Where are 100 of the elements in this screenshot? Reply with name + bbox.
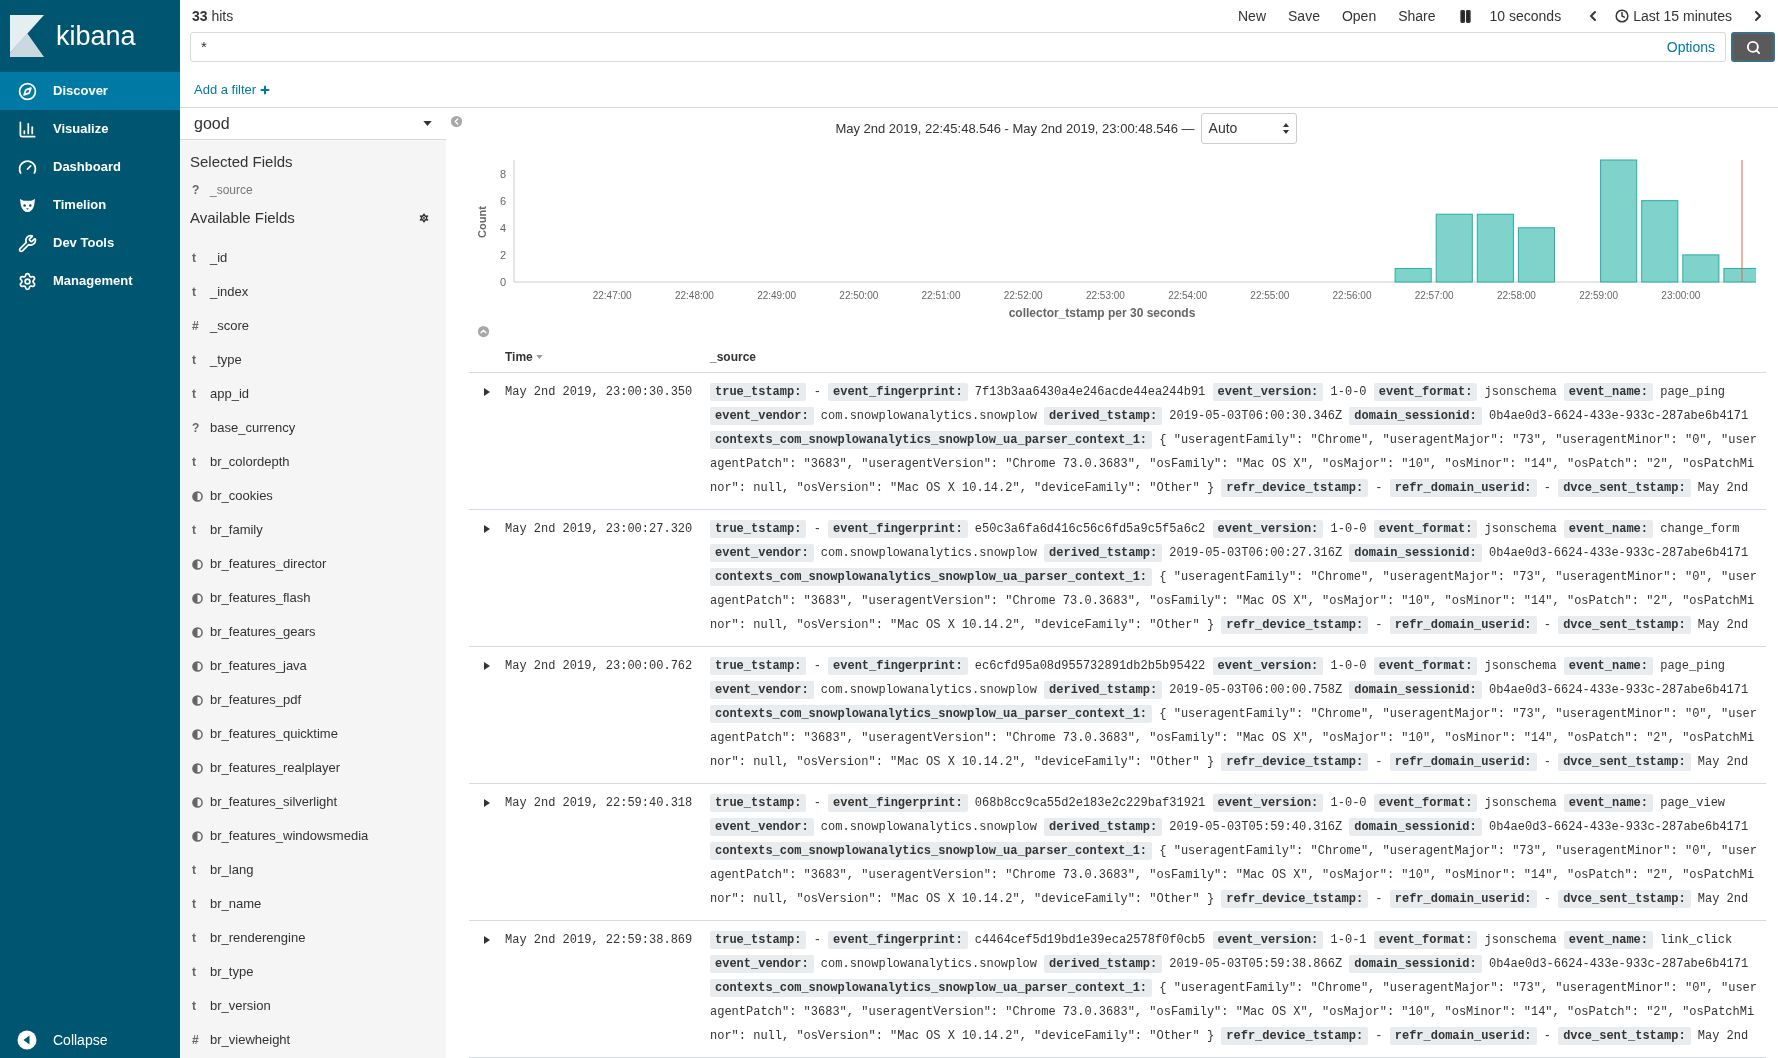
histogram-bar[interactable] (1517, 226, 1555, 283)
field-type-symbol: t (192, 386, 197, 403)
x-tick-label: 22:55:00 (1250, 289, 1290, 301)
field-list-item[interactable]: ? base_currency (180, 411, 446, 445)
gauge-icon (18, 157, 37, 177)
field-list-item[interactable]: br_features_realplayer (180, 751, 446, 785)
field-list-item[interactable]: t _type (180, 343, 446, 377)
caret-down-icon (423, 121, 432, 126)
field-list-item[interactable]: # br_viewheight (180, 1023, 446, 1057)
field-type-symbol: t (192, 896, 197, 913)
field-list-item[interactable]: br_features_gears (180, 615, 446, 649)
timestamp-text: May 2nd 2019, 23:00:00.762 (505, 659, 693, 673)
menu-link[interactable]: New (1227, 5, 1277, 27)
nav-item[interactable]: Management (0, 262, 180, 300)
field-type-symbol: ? (192, 420, 201, 437)
collapse-icon (17, 1030, 37, 1050)
histogram-bar[interactable] (1723, 267, 1756, 283)
histogram-bar[interactable] (1641, 199, 1679, 283)
histogram-bar[interactable] (1682, 253, 1720, 283)
field-type-symbol: t (192, 454, 197, 471)
field-list-item[interactable]: t br_name (180, 887, 446, 921)
x-tick-label: 22:58:00 (1496, 289, 1536, 301)
field-list-item[interactable]: t br_colordepth (180, 445, 446, 479)
half-circle-icon (192, 830, 203, 842)
collapse-sidebar-icon[interactable] (449, 114, 464, 129)
field-list-item[interactable]: ? _source (180, 172, 446, 208)
field-type-symbol: t (192, 998, 197, 1015)
settings-icon[interactable] (418, 212, 430, 224)
clock-icon (1615, 9, 1630, 23)
half-circle-icon (192, 796, 203, 808)
collapse-chart-icon[interactable] (476, 323, 491, 339)
time-range-link[interactable]: Last 15 minutes (1633, 5, 1732, 27)
x-tick-label: 22:48:00 (674, 289, 714, 301)
nav-item[interactable]: Dashboard (0, 148, 180, 186)
options-link[interactable]: Options (1666, 36, 1715, 58)
menu-link[interactable]: Save (1277, 5, 1331, 27)
field-list-item[interactable]: t br_renderengine (180, 921, 446, 955)
field-type-symbol: t (192, 964, 197, 981)
field-type-symbol: ? (192, 182, 201, 199)
half-circle-icon (192, 558, 203, 570)
half-circle-icon (192, 694, 203, 706)
query-input-field[interactable]: * Options (190, 32, 1726, 62)
up-down-caret-icon (1282, 123, 1289, 134)
source-cell-text: true_tstamp: - event_fingerprint: ec6cfd95a08d955732891db2b5b95422 event_version: 1-0-0 event_format: jsonschema event_name: page_ping event_vendor: com.snowplowanalytics.snowplow derived_tstamp: 2019-05-03T06:00:00.758Z domain_sessionid: 0b4ae0d3-6624-433e-933c-287abe6b4171 contexts_com_snowplowanalytics_snowplow_ua_parser_context_1: { "useragentFamily": "Chrome", "useragentMajor": "73", "useragentMinor": "0", "useragentPatch": "3683", "useragentVersion": "Chrome 73.0.3683", "osFamily": "Mac OS X", "osMajor": "10", "osMinor": "14", "osPatch": "2", "osPatchMinor": null, "osVersion": "Mac OS X 10.14.2", "deviceFamily": "Other" } refr_device_tstamp: - refr_domain_userid: - dvce_sent_tstamp: May 2nd (710, 656, 1758, 773)
field-list-item[interactable]: br_features_quicktime (180, 717, 446, 751)
field-list-item[interactable]: br_features_director (180, 547, 446, 581)
field-type-symbol: # (192, 318, 200, 335)
nav-item[interactable]: Discover (0, 72, 180, 110)
x-tick-label: 22:54:00 (1168, 289, 1208, 301)
menu-link[interactable]: Open (1330, 5, 1388, 27)
field-list-item[interactable]: t br_version (180, 989, 446, 1023)
histogram-bar[interactable] (1476, 213, 1514, 283)
field-list-item[interactable]: # _score (180, 309, 446, 343)
x-tick-label: 22:50:00 (839, 289, 879, 301)
pause-icon[interactable] (1457, 8, 1473, 24)
field-list-item[interactable]: br_features_silverlight (180, 785, 446, 819)
refresh-interval-link[interactable]: 10 seconds (1483, 5, 1568, 27)
x-tick-label: 22:57:00 (1414, 289, 1454, 301)
field-list-item[interactable]: t br_family (180, 513, 446, 547)
y-tick-label: 8 (499, 167, 506, 180)
caret-right-icon[interactable] (484, 799, 490, 807)
field-list-item[interactable]: t br_type (180, 955, 446, 989)
field-list-item[interactable]: br_cookies (180, 479, 446, 513)
nav-item[interactable]: Timelion (0, 186, 180, 224)
column-header[interactable]: Time (505, 348, 533, 366)
menu-link[interactable]: Share (1387, 5, 1447, 27)
source-cell-text: true_tstamp: - event_fingerprint: 068b8cc9ca55d2e183e2c229baf31921 event_version: 1-0-0 event_format: jsonschema event_name: page_view event_vendor: com.snowplowanalytics.snowplow derived_tstamp: 2019-05-03T05:59:40.316Z domain_sessionid: 0b4ae0d3-6624-433e-933c-287abe6b4171 contexts_com_snowplowanalytics_snowplow_ua_parser_context_1: { "useragentFamily": "Chrome", "useragentMajor": "73", "useragentMinor": "0", "useragentPatch": "3683", "useragentVersion": "Chrome 73.0.3683", "osFamily": "Mac OS X", "osMajor": "10", "osMinor": "14", "osPatch": "2", "osPatchMinor": null, "osVersion": "Mac OS X 10.14.2", "deviceFamily": "Other" } refr_device_tstamp: - refr_domain_userid: - dvce_sent_tstamp: May 2nd (710, 793, 1758, 910)
field-type-symbol: t (192, 352, 197, 369)
caret-right-icon[interactable] (484, 388, 490, 396)
histogram-bar[interactable] (1600, 159, 1638, 283)
search-icon (1745, 39, 1761, 55)
field-list-item[interactable]: br_features_java (180, 649, 446, 683)
field-list-item[interactable]: t br_lang (180, 853, 446, 887)
caret-right-icon[interactable] (484, 525, 490, 533)
timestamp-text: May 2nd 2019, 22:59:38.869 (505, 933, 693, 947)
caret-right-icon[interactable] (484, 662, 490, 670)
index-pattern-dropdown[interactable]: good (180, 108, 446, 140)
y-tick-label: 2 (499, 248, 506, 261)
hits-count-text: 33 hits (192, 6, 234, 26)
histogram-bar[interactable] (1435, 213, 1473, 283)
x-tick-label: 22:47:00 (592, 289, 632, 301)
caret-right-icon[interactable] (484, 936, 490, 944)
x-tick-label: 22:56:00 (1332, 289, 1372, 301)
field-list-item[interactable]: br_features_flash (180, 581, 446, 615)
histogram-bar[interactable] (1394, 267, 1432, 283)
field-list-item[interactable]: t app_id (180, 377, 446, 411)
half-circle-icon (192, 728, 203, 740)
field-list-item[interactable]: br_features_pdf (180, 683, 446, 717)
x-tick-label: 22:49:00 (757, 289, 797, 301)
field-list-item[interactable]: t _index (180, 275, 446, 309)
interval-select[interactable]: Auto (1200, 113, 1297, 144)
field-type-symbol: t (192, 250, 197, 267)
sort-caret-icon[interactable] (535, 355, 543, 359)
nav-item[interactable]: Dev Tools (0, 224, 180, 262)
search-button[interactable] (1731, 32, 1775, 62)
collapse-button[interactable]: Collapse (0, 1022, 180, 1058)
field-list-item[interactable]: t _id (180, 241, 446, 275)
field-list-item[interactable]: br_features_windowsmedia (180, 819, 446, 853)
add-filter-link[interactable]: Add a filter (194, 79, 272, 100)
nav-item[interactable]: Visualize (0, 110, 180, 148)
